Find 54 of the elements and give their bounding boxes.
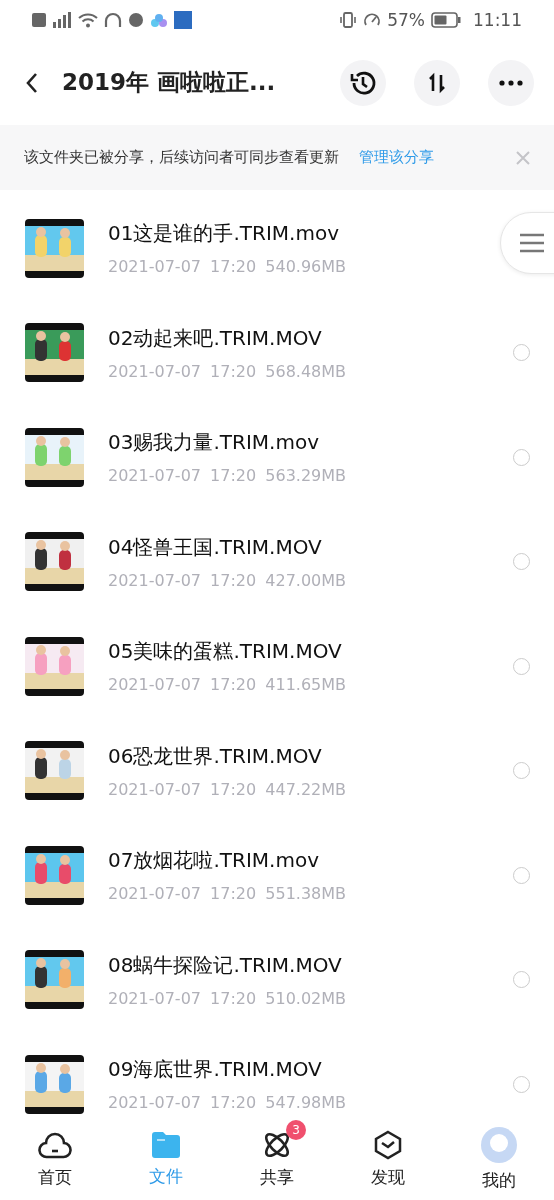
app-icon xyxy=(174,11,192,29)
file-name: 05美味的蛋糕.TRIM.MOV xyxy=(108,638,343,666)
file-name: 02动起来吧.TRIM.MOV xyxy=(108,324,323,352)
file-meta: 2021-07-07 17:20 547.98MB xyxy=(108,1093,348,1113)
signal-icon xyxy=(52,12,72,28)
file-name: 06恐龙世界.TRIM.MOV xyxy=(108,742,323,770)
history-button[interactable] xyxy=(340,59,386,106)
file-meta: 2021-07-07 17:20 540.96MB xyxy=(108,257,348,277)
file-meta: 2021-07-07 17:20 551.38MB xyxy=(108,884,348,904)
file-row[interactable]: 07放烟花啦.TRIM.mov 2021-07-07 17:20 551.38MB xyxy=(0,823,554,928)
file-name: 08蜗牛探险记.TRIM.MOV xyxy=(108,951,343,979)
vibrate-icon xyxy=(339,11,358,29)
menu-button[interactable] xyxy=(500,212,554,274)
avatar-icon xyxy=(480,1126,517,1163)
file-meta: 2021-07-07 17:20 563.29MB xyxy=(108,466,348,486)
file-meta: 2021-07-07 17:20 411.65MB xyxy=(108,675,348,695)
file-name: 01这是谁的手.TRIM.mov xyxy=(108,220,340,248)
menu-icon xyxy=(519,233,545,253)
nav-tab[interactable]: 首页 xyxy=(0,1118,111,1200)
nav-tab[interactable]: 我的 xyxy=(443,1118,554,1200)
file-name: 07放烟花啦.TRIM.mov xyxy=(108,847,320,875)
folder-icon xyxy=(150,1130,183,1159)
file-meta: 2021-07-07 17:20 427.00MB xyxy=(108,570,348,590)
file-name: 04怪兽王国.TRIM.MOV xyxy=(108,533,323,561)
file-name: 09海底世界.TRIM.MOV xyxy=(108,1056,323,1084)
nav-tab[interactable]: 发现 xyxy=(332,1118,444,1200)
more-icon xyxy=(499,79,523,86)
battery-icon xyxy=(431,12,461,28)
close-button[interactable] xyxy=(516,150,530,165)
sort-button[interactable] xyxy=(414,59,460,106)
clock: 11:11 xyxy=(473,10,522,30)
more-button[interactable] xyxy=(488,59,534,106)
file-row[interactable]: 09海底世界.TRIM.MOV 2021-07-07 17:20 547.98MB xyxy=(0,1032,554,1118)
file-meta: 2021-07-07 17:20 510.02MB xyxy=(108,988,348,1008)
file-meta: 2021-07-07 17:20 568.48MB xyxy=(108,361,348,381)
file-row[interactable]: 04怪兽王国.TRIM.MOV 2021-07-07 17:20 427.00MB xyxy=(0,509,554,614)
file-row[interactable]: 05美味的蛋糕.TRIM.MOV 2021-07-07 17:20 411.65MB xyxy=(0,614,554,719)
file-row[interactable]: 01这是谁的手.TRIM.mov 2021-07-07 17:20 540.96MB xyxy=(0,196,554,301)
hexagon-clock-icon xyxy=(372,1129,403,1160)
folder-title: 2019年 画啦啦正... xyxy=(62,68,277,97)
nav-tab[interactable]: 3 共享 xyxy=(221,1118,333,1200)
file-name: 03赐我力量.TRIM.mov xyxy=(108,429,320,457)
headphones-icon xyxy=(104,12,122,28)
file-row[interactable]: 06恐龙世界.TRIM.MOV 2021-07-07 17:20 447.22MB xyxy=(0,718,554,823)
wifi-icon xyxy=(78,12,98,28)
file-meta: 2021-07-07 17:20 447.22MB xyxy=(108,779,348,799)
file-row[interactable]: 08蜗牛探险记.TRIM.MOV 2021-07-07 17:20 510.02MB xyxy=(0,927,554,1032)
cloud-app-icon xyxy=(150,12,168,28)
share-notice: 该文件夹已被分享，后续访问者可同步查看更新 xyxy=(24,148,339,167)
count-badge: 3 xyxy=(286,1119,306,1140)
file-row[interactable]: 03赐我力量.TRIM.mov 2021-07-07 17:20 563.29MB xyxy=(0,405,554,510)
close-icon xyxy=(516,150,530,165)
battery-percent: 57% xyxy=(387,10,425,30)
file-row[interactable]: 02动起来吧.TRIM.MOV 2021-07-07 17:20 568.48MB xyxy=(0,300,554,405)
